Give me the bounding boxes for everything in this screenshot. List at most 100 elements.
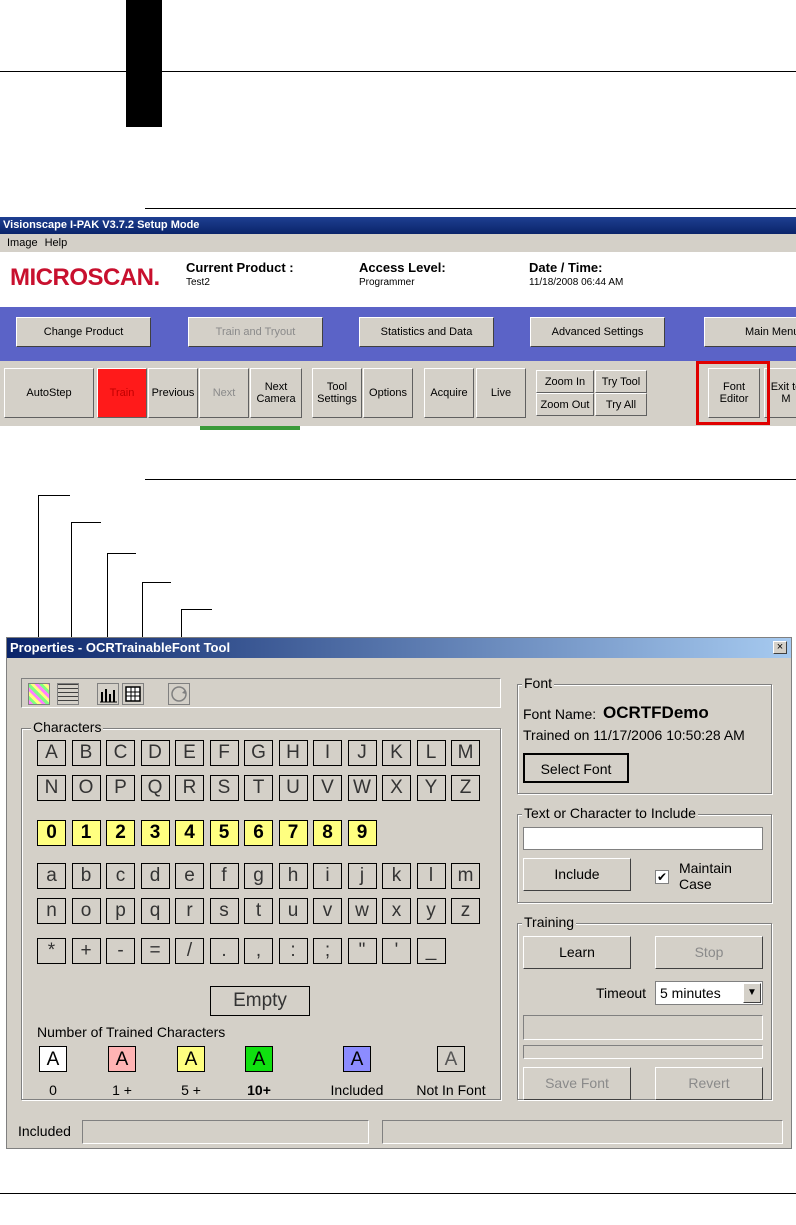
previous-button[interactable]: Previous: [148, 368, 198, 418]
char-key[interactable]: *: [37, 938, 66, 964]
refresh-icon[interactable]: [168, 683, 190, 705]
stop-button[interactable]: Stop: [655, 936, 763, 969]
char-key[interactable]: U: [278, 775, 308, 801]
char-key[interactable]: T: [244, 775, 273, 801]
char-key[interactable]: A: [37, 740, 66, 766]
char-key[interactable]: 6: [244, 820, 273, 846]
char-key[interactable]: h: [278, 863, 308, 889]
char-key[interactable]: m: [451, 863, 480, 889]
char-key[interactable]: 3: [140, 820, 170, 846]
char-key[interactable]: ': [382, 938, 411, 964]
char-key[interactable]: w: [347, 898, 377, 924]
char-key[interactable]: F: [209, 740, 239, 766]
char-key[interactable]: j: [347, 863, 377, 889]
table-icon[interactable]: [122, 683, 144, 705]
learn-button[interactable]: Learn: [523, 936, 631, 969]
char-key[interactable]: s: [209, 898, 239, 924]
revert-button[interactable]: Revert: [655, 1067, 763, 1100]
char-key[interactable]: H: [278, 740, 308, 766]
char-key[interactable]: q: [140, 898, 170, 924]
histogram-icon[interactable]: [97, 683, 119, 705]
char-key[interactable]: o: [71, 898, 101, 924]
char-key[interactable]: t: [244, 898, 273, 924]
char-key[interactable]: J: [347, 740, 377, 766]
acquire-button[interactable]: Acquire: [424, 368, 474, 418]
char-key[interactable]: W: [347, 775, 377, 801]
advanced-settings-button[interactable]: Advanced Settings: [530, 317, 665, 347]
char-key[interactable]: -: [106, 938, 135, 964]
char-key[interactable]: g: [244, 863, 273, 889]
save-font-button[interactable]: Save Font: [523, 1067, 631, 1100]
char-key[interactable]: 2: [106, 820, 135, 846]
char-key[interactable]: u: [278, 898, 308, 924]
char-key[interactable]: 9: [347, 820, 377, 846]
char-key[interactable]: O: [71, 775, 101, 801]
try-tool-button[interactable]: Try Tool: [595, 370, 647, 393]
change-product-button[interactable]: Change Product: [16, 317, 151, 347]
char-key[interactable]: l: [416, 863, 446, 889]
char-key[interactable]: I: [313, 740, 342, 766]
empty-button[interactable]: Empty: [210, 986, 310, 1016]
char-key[interactable]: r: [175, 898, 204, 924]
statistics-data-button[interactable]: Statistics and Data: [359, 317, 494, 347]
autostep-button[interactable]: AutoStep: [4, 368, 94, 418]
char-key[interactable]: ;: [313, 938, 342, 964]
char-key[interactable]: i: [313, 863, 342, 889]
char-key[interactable]: V: [313, 775, 342, 801]
char-key[interactable]: _: [416, 938, 446, 964]
maintain-case-checkbox[interactable]: ✔: [655, 870, 669, 884]
char-key[interactable]: 1: [71, 820, 101, 846]
char-key[interactable]: 7: [278, 820, 308, 846]
try-all-button[interactable]: Try All: [595, 393, 647, 416]
char-key[interactable]: e: [175, 863, 204, 889]
char-key[interactable]: G: [244, 740, 273, 766]
char-key[interactable]: n: [37, 898, 66, 924]
options-button[interactable]: Options: [363, 368, 413, 418]
timeout-select[interactable]: 5 minutes ▼: [655, 981, 763, 1005]
char-key[interactable]: k: [382, 863, 411, 889]
char-key[interactable]: M: [451, 740, 480, 766]
char-key[interactable]: D: [140, 740, 170, 766]
character-grid-icon[interactable]: [28, 683, 50, 705]
char-key[interactable]: S: [209, 775, 239, 801]
char-key[interactable]: X: [382, 775, 411, 801]
char-key[interactable]: .: [209, 938, 239, 964]
char-key[interactable]: :: [278, 938, 308, 964]
char-key[interactable]: C: [106, 740, 135, 766]
next-button[interactable]: Next: [199, 368, 249, 418]
zoom-out-button[interactable]: Zoom Out: [536, 393, 594, 416]
include-button[interactable]: Include: [523, 858, 631, 891]
char-key[interactable]: ": [347, 938, 377, 964]
char-key[interactable]: 5: [209, 820, 239, 846]
char-key[interactable]: =: [140, 938, 170, 964]
next-camera-button[interactable]: Next Camera: [250, 368, 302, 418]
char-key[interactable]: /: [175, 938, 204, 964]
menu-help[interactable]: Help: [45, 237, 68, 249]
train-tryout-button[interactable]: Train and Tryout: [188, 317, 323, 347]
tool-settings-button[interactable]: Tool Settings: [312, 368, 362, 418]
char-key[interactable]: b: [71, 863, 101, 889]
char-key[interactable]: c: [106, 863, 135, 889]
select-font-button[interactable]: Select Font: [523, 753, 629, 783]
zoom-in-button[interactable]: Zoom In: [536, 370, 594, 393]
menu-image[interactable]: Image: [7, 237, 38, 249]
char-key[interactable]: ,: [244, 938, 273, 964]
char-key[interactable]: 0: [37, 820, 66, 846]
char-key[interactable]: 4: [175, 820, 204, 846]
char-key[interactable]: x: [382, 898, 411, 924]
char-key[interactable]: d: [140, 863, 170, 889]
include-text-field[interactable]: [523, 827, 763, 850]
char-key[interactable]: Q: [140, 775, 170, 801]
char-key[interactable]: z: [451, 898, 480, 924]
char-key[interactable]: y: [416, 898, 446, 924]
char-key[interactable]: L: [416, 740, 446, 766]
char-key[interactable]: R: [175, 775, 204, 801]
char-key[interactable]: p: [106, 898, 135, 924]
font-list-icon[interactable]: [57, 683, 79, 705]
char-key[interactable]: B: [71, 740, 101, 766]
train-button[interactable]: Train: [97, 368, 147, 418]
char-key[interactable]: E: [175, 740, 204, 766]
chevron-down-icon[interactable]: ▼: [743, 983, 761, 1003]
char-key[interactable]: a: [37, 863, 66, 889]
char-key[interactable]: Y: [416, 775, 446, 801]
